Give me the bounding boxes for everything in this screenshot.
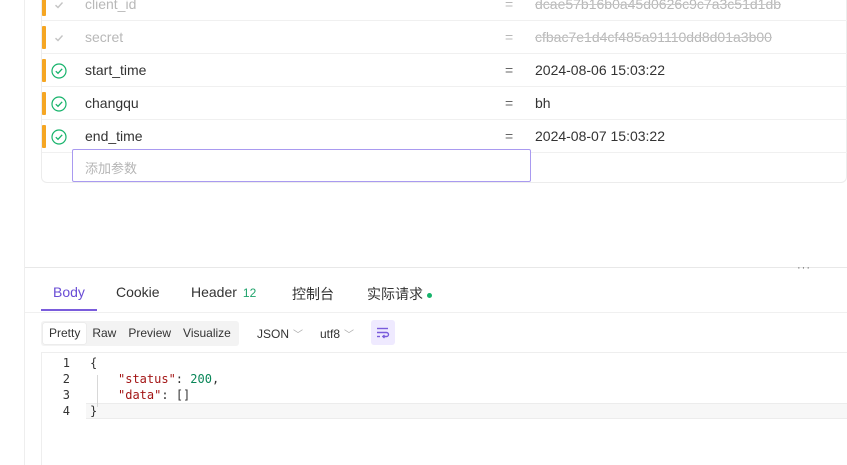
json-number: 200 xyxy=(190,372,212,386)
wrap-lines-icon xyxy=(377,327,390,339)
view-mode-switch: Pretty Raw Preview Visualize xyxy=(41,321,239,346)
param-row-changqu[interactable]: changqu = bh xyxy=(42,87,847,120)
active-tab-indicator xyxy=(41,309,97,311)
tab-body[interactable]: Body xyxy=(53,284,85,300)
view-visualize[interactable]: Visualize xyxy=(177,323,237,344)
param-equals: = xyxy=(505,0,514,12)
param-value[interactable]: bh xyxy=(535,95,551,111)
param-key[interactable]: secret xyxy=(85,29,123,45)
line-number: 1 xyxy=(62,356,70,370)
json-brace: { xyxy=(90,356,98,370)
format-select-value: JSON xyxy=(257,327,290,341)
tabs-divider xyxy=(25,312,847,313)
tab-actual-request-label: 实际请求 xyxy=(367,286,423,302)
add-param-input[interactable]: 添加参数 xyxy=(72,149,531,182)
line-number: 2 xyxy=(62,372,70,386)
code-line-1: { xyxy=(90,356,97,370)
tab-cookie[interactable]: Cookie xyxy=(116,284,160,300)
param-value[interactable]: 2024-08-07 15:03:22 xyxy=(535,128,665,144)
params-table: client_id = dcae57b16b0a45d0626c9c7a3c51… xyxy=(41,0,847,183)
param-drag-bar[interactable] xyxy=(42,125,46,148)
check-circle-icon[interactable] xyxy=(51,129,67,145)
param-key[interactable]: client_id xyxy=(85,0,136,12)
tab-actual-request[interactable]: 实际请求 xyxy=(367,284,432,304)
word-wrap-button[interactable] xyxy=(371,320,395,345)
json-key: "data" xyxy=(118,388,162,402)
header-count-badge: 12 xyxy=(242,286,257,300)
view-preview[interactable]: Preview xyxy=(122,323,177,344)
param-equals: = xyxy=(505,29,514,45)
json-array: [] xyxy=(175,388,191,402)
format-select[interactable]: JSON ﹀ xyxy=(257,326,303,341)
check-circle-icon[interactable] xyxy=(51,63,67,79)
view-raw[interactable]: Raw xyxy=(86,323,122,344)
json-brace: } xyxy=(90,404,98,418)
indent-guide xyxy=(97,375,98,407)
param-equals: = xyxy=(505,128,514,144)
param-value[interactable]: 2024-08-06 15:03:22 xyxy=(535,62,665,78)
status-dot-icon xyxy=(427,292,432,298)
current-line-highlight xyxy=(86,403,847,419)
param-equals: = xyxy=(505,62,514,78)
left-rail xyxy=(0,0,25,465)
code-line-4: } xyxy=(90,404,97,418)
panel-splitter[interactable] xyxy=(25,267,847,268)
check-circle-icon[interactable] xyxy=(51,96,67,112)
response-code-view[interactable]: 1 2 3 4 { "status": 200, "data": [] } xyxy=(41,352,847,465)
encoding-select[interactable]: utf8 ﹀ xyxy=(320,326,354,341)
check-icon[interactable] xyxy=(51,30,67,46)
json-key: "status" xyxy=(118,372,176,386)
param-row-client-id[interactable]: client_id = dcae57b16b0a45d0626c9c7a3c51… xyxy=(42,0,847,21)
encoding-select-value: utf8 xyxy=(320,327,341,341)
param-drag-bar[interactable] xyxy=(42,59,46,82)
param-key[interactable]: start_time xyxy=(85,62,146,78)
tab-console[interactable]: 控制台 xyxy=(292,284,334,304)
code-line-3: "data": [] xyxy=(118,388,191,402)
param-value[interactable]: dcae57b16b0a45d0626c9c7a3c51d1db xyxy=(535,0,781,12)
chevron-down-icon: ﹀ xyxy=(344,330,355,341)
drag-handle-icon[interactable]: ··· xyxy=(797,262,811,274)
param-key[interactable]: end_time xyxy=(85,128,143,144)
param-equals: = xyxy=(505,95,514,111)
param-value[interactable]: cfbac7e1d4cf485a91110dd8d01a3b00 xyxy=(535,29,772,45)
code-line-2: "status": 200, xyxy=(118,372,220,386)
param-drag-bar[interactable] xyxy=(42,0,46,16)
view-pretty[interactable]: Pretty xyxy=(43,323,87,344)
line-number: 3 xyxy=(62,388,70,402)
tab-header-label: Header xyxy=(191,284,237,300)
tab-header[interactable]: Header 12 xyxy=(191,284,256,300)
param-row-start-time[interactable]: start_time = 2024-08-06 15:03:22 xyxy=(42,54,847,87)
param-drag-bar[interactable] xyxy=(42,92,46,115)
chevron-down-icon: ﹀ xyxy=(293,330,304,341)
check-icon[interactable] xyxy=(51,0,67,13)
line-number: 4 xyxy=(62,404,70,418)
param-drag-bar[interactable] xyxy=(42,26,46,49)
param-key[interactable]: changqu xyxy=(85,95,139,111)
param-row-secret[interactable]: secret = cfbac7e1d4cf485a91110dd8d01a3b0… xyxy=(42,21,847,54)
